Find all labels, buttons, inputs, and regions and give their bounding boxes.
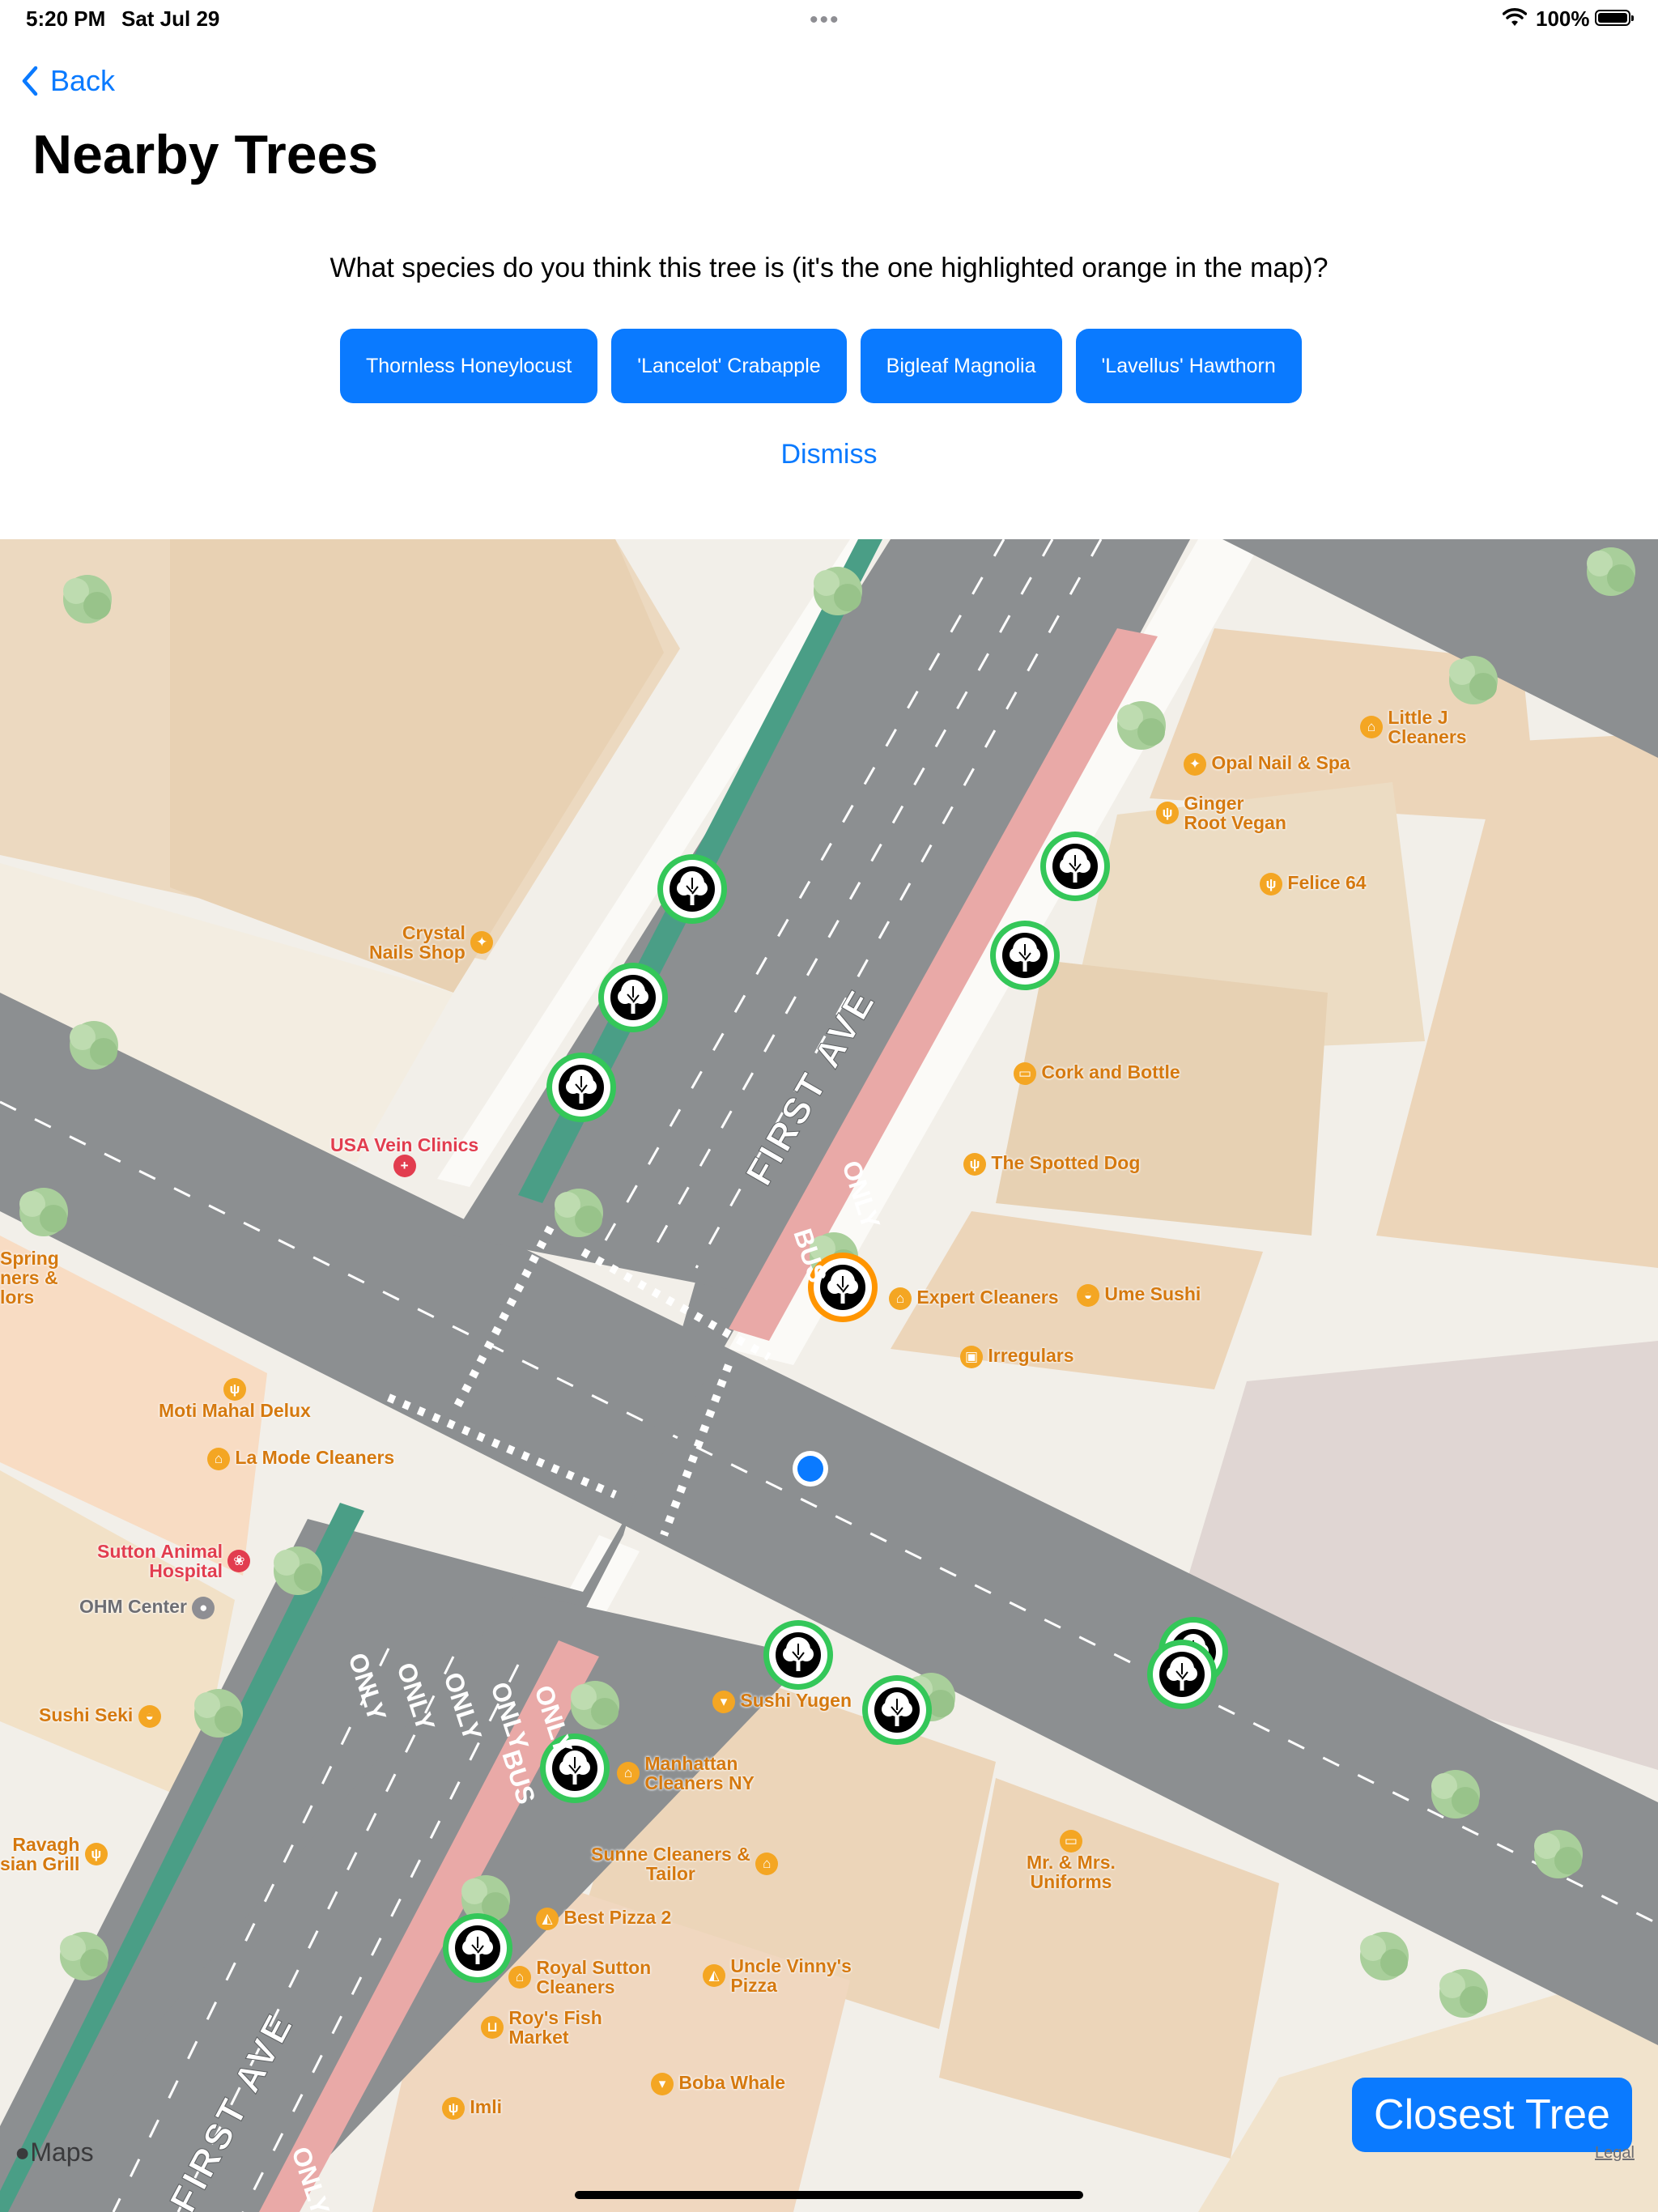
answer-button-crabapple[interactable]: 'Lancelot' Crabapple: [611, 329, 847, 403]
tree-marker: [990, 921, 1060, 990]
poi-spring-cleaners[interactable]: Spring ners & lors: [0, 1249, 59, 1308]
fork-knife-icon: ψ: [84, 1843, 108, 1866]
nail-icon: ✦: [1184, 753, 1206, 776]
hanger-icon: ⌂: [207, 1448, 230, 1470]
poi-expert-cleaners[interactable]: ⌂ Expert Cleaners: [889, 1287, 1059, 1310]
poi-little-j-cleaners[interactable]: ⌂ Little J Cleaners: [1360, 708, 1467, 747]
poi-crystal-nails-shop[interactable]: Crystal Nails Shop ✦: [369, 923, 494, 962]
poi-uncle-vinnys-pizza[interactable]: ◭ Uncle Vinny's Pizza: [703, 1956, 852, 1995]
poi-sunne-cleaners-tailor[interactable]: Sunne Cleaners & Tailor ⌂: [591, 1844, 779, 1883]
battery-icon: [1595, 10, 1634, 26]
poi-opal-nail-spa[interactable]: ✦ Opal Nail & Spa: [1184, 753, 1350, 776]
tree-marker: [763, 1620, 833, 1690]
chevron-left-icon: [22, 66, 38, 96]
sushi-icon: ◒: [138, 1705, 161, 1728]
poi-ravagh-persian-grill[interactable]: Ravagh sian Grill ψ: [0, 1835, 108, 1874]
poi-sutton-animal-hospital[interactable]: Sutton Animal Hospital ❀: [97, 1542, 251, 1580]
answer-button-magnolia[interactable]: Bigleaf Magnolia: [860, 329, 1062, 403]
hanger-icon: ⌂: [617, 1762, 640, 1785]
sushi-icon: ◒: [1077, 1284, 1099, 1307]
fork-knife-icon: ψ: [223, 1378, 246, 1401]
fork-knife-icon: ψ: [963, 1153, 986, 1176]
fork-knife-icon: ψ: [1156, 802, 1179, 825]
fork-knife-icon: ψ: [1260, 873, 1282, 895]
tree-marker: [862, 1675, 932, 1745]
pizza-icon: ◭: [536, 1908, 559, 1930]
legal-link[interactable]: Legal: [1595, 2144, 1635, 2163]
current-location-icon: [793, 1451, 828, 1487]
poi-la-mode-cleaners[interactable]: ⌂ La Mode Cleaners: [207, 1448, 394, 1470]
poi-royal-sutton-cleaners[interactable]: ⌂ Royal Sutton Cleaners: [508, 1958, 651, 1997]
status-time: 5:20 PM: [26, 6, 106, 31]
hanger-icon: ⌂: [508, 1966, 531, 1989]
poi-ohm-center[interactable]: OHM Center ●: [79, 1597, 215, 1619]
apple-logo-icon: ●: [15, 2138, 31, 2167]
poi-irregulars[interactable]: ▣ Irregulars: [960, 1346, 1074, 1368]
wifi-icon: [1503, 8, 1527, 26]
hanger-icon: ⌂: [889, 1287, 912, 1310]
poi-ume-sushi[interactable]: ◒ Ume Sushi: [1077, 1284, 1201, 1307]
multitasking-dots-icon[interactable]: •••: [810, 6, 840, 34]
nail-icon: ✦: [470, 931, 494, 955]
hanger-icon: ⌂: [755, 1853, 779, 1876]
fork-knife-icon: ψ: [442, 2097, 465, 2120]
answer-buttons: Thornless Honeylocust 'Lancelot' Crabapp…: [340, 329, 1302, 403]
poi-the-spotted-dog[interactable]: ψ The Spotted Dog: [963, 1153, 1140, 1176]
tree-marker: [546, 1053, 616, 1122]
poi-imli[interactable]: ψ Imli: [442, 2097, 502, 2120]
answer-button-honeylocust[interactable]: Thornless Honeylocust: [340, 329, 598, 403]
basket-icon: ⊔: [481, 2016, 504, 2040]
tree-marker: [443, 1913, 512, 1983]
poi-mr-mrs-uniforms[interactable]: ▭ Mr. & Mrs. Uniforms: [1027, 1830, 1116, 1891]
pizza-icon: ◭: [703, 1964, 725, 1988]
poi-ginger-root-vegan[interactable]: ψ Ginger Root Vegan: [1156, 793, 1286, 832]
dismiss-button[interactable]: Dismiss: [0, 439, 1658, 470]
poi-boba-whale[interactable]: ▾ Boba Whale: [651, 2073, 785, 2095]
poi-roys-fish-market[interactable]: ⊔ Roy's Fish Market: [481, 2008, 602, 2047]
page-title: Nearby Trees: [32, 124, 379, 185]
medical-icon: +: [393, 1155, 416, 1178]
circle-icon: ●: [192, 1597, 215, 1619]
poi-manhattan-cleaners-ny[interactable]: ⌂ Manhattan Cleaners NY: [617, 1754, 755, 1793]
tree-marker: [1040, 832, 1110, 901]
paw-icon: ❀: [227, 1550, 251, 1573]
answer-button-hawthorn[interactable]: 'Lavellus' Hawthorn: [1075, 329, 1302, 403]
status-bar: 5:20 PM Sat Jul 29 ••• 100%: [0, 0, 1658, 39]
back-label: Back: [50, 64, 116, 97]
bottle-icon: ▭: [1014, 1062, 1036, 1085]
map-view[interactable]: FIRST AVE FIRST AVE ONLY BUS ONLY ONLY O…: [0, 539, 1658, 2212]
status-date: Sat Jul 29: [121, 6, 220, 31]
poi-usa-vein-clinics[interactable]: USA Vein Clinics +: [330, 1135, 478, 1178]
tree-marker: [598, 963, 668, 1032]
species-question: What species do you think this tree is (…: [329, 253, 1329, 283]
briefcase-icon: ▭: [1059, 1830, 1082, 1853]
home-indicator[interactable]: [575, 2191, 1083, 2199]
closest-tree-button[interactable]: Closest Tree: [1352, 2078, 1632, 2152]
poi-moti-mahal-delux[interactable]: ψ Moti Mahal Delux: [159, 1378, 311, 1420]
cup-icon: ▾: [651, 2073, 674, 2095]
poi-felice-64[interactable]: ψ Felice 64: [1260, 873, 1367, 895]
battery-percentage: 100%: [1536, 6, 1590, 31]
poi-sushi-seki[interactable]: Sushi Seki ◒: [39, 1705, 161, 1728]
tree-marker: [1147, 1640, 1217, 1709]
cup-icon: ▾: [712, 1691, 735, 1713]
back-button[interactable]: Back: [21, 58, 115, 104]
tree-marker: [657, 854, 727, 924]
shopping-icon: ▣: [960, 1346, 983, 1368]
poi-sushi-yugen[interactable]: ▾ Sushi Yugen: [712, 1691, 852, 1713]
poi-cork-and-bottle[interactable]: ▭ Cork and Bottle: [1014, 1062, 1180, 1085]
hanger-icon: ⌂: [1360, 716, 1383, 739]
poi-best-pizza-2[interactable]: ◭ Best Pizza 2: [536, 1908, 671, 1930]
maps-logo: ●Maps: [15, 2138, 94, 2167]
